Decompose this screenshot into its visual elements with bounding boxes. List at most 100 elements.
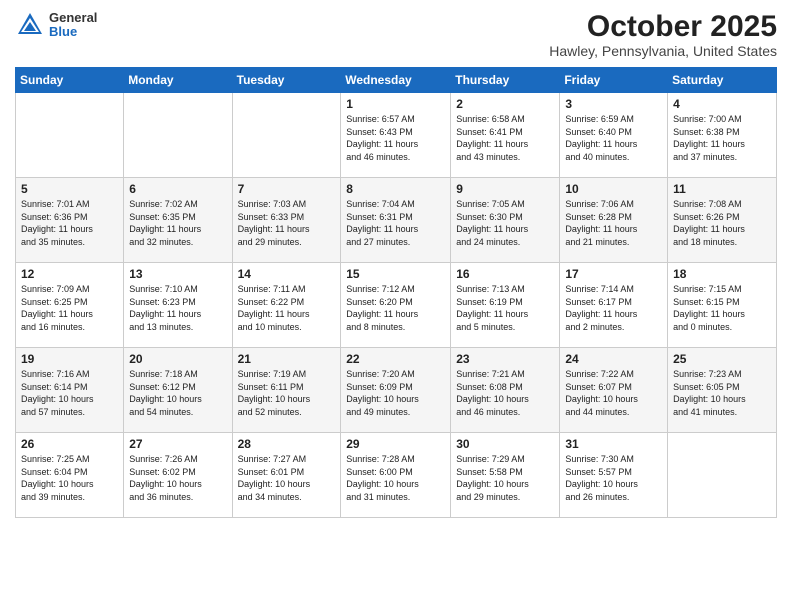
day-cell: 30Sunrise: 7:29 AM Sunset: 5:58 PM Dayli… <box>451 433 560 518</box>
day-number: 12 <box>21 267 118 281</box>
day-number: 16 <box>456 267 554 281</box>
day-number: 11 <box>673 182 771 196</box>
day-number: 29 <box>346 437 445 451</box>
day-cell: 15Sunrise: 7:12 AM Sunset: 6:20 PM Dayli… <box>341 263 451 348</box>
day-cell: 10 Sunrise: 7:06 AM Sunset: 6:28 PM Dayli… <box>560 178 668 263</box>
col-header-monday: Monday <box>124 68 232 93</box>
day-info: Sunrise: 7:30 AM Sunset: 5:57 PM Dayligh… <box>565 453 662 503</box>
day-cell: 31 Sunrise: 7:30 AM Sunset: 5:57 PM Dayli… <box>560 433 668 518</box>
day-number: 8 <box>346 182 445 196</box>
day-info: Sunrise: 7:06 AM Sunset: 6:28 PM Dayligh… <box>565 198 662 248</box>
day-info: Sunrise: 7:27 AM Sunset: 6:01 PM Dayligh… <box>238 453 336 503</box>
day-number: 14 <box>238 267 336 281</box>
week-row-3: 19Sunrise: 7:16 AM Sunset: 6:14 PM Dayli… <box>16 348 777 433</box>
day-info: Sunrise: 7:20 AM Sunset: 6:09 PM Dayligh… <box>346 368 445 418</box>
day-cell <box>124 93 232 178</box>
day-cell: 11 Sunrise: 7:08 AM Sunset: 6:26 PM Dayli… <box>668 178 777 263</box>
day-number: 3 <box>565 97 662 111</box>
day-number: 13 <box>129 267 226 281</box>
day-number: 31 <box>565 437 662 451</box>
day-number: 28 <box>238 437 336 451</box>
day-info: Sunrise: 7:22 AM Sunset: 6:07 PM Dayligh… <box>565 368 662 418</box>
day-info: Sunrise: 7:11 AM Sunset: 6:22 PM Dayligh… <box>238 283 336 333</box>
col-header-thursday: Thursday <box>451 68 560 93</box>
day-cell: 17Sunrise: 7:14 AM Sunset: 6:17 PM Dayli… <box>560 263 668 348</box>
day-info: Sunrise: 7:14 AM Sunset: 6:17 PM Dayligh… <box>565 283 662 333</box>
logo-blue-text: Blue <box>49 25 97 39</box>
day-cell: 20 Sunrise: 7:18 AM Sunset: 6:12 PM Dayli… <box>124 348 232 433</box>
day-number: 24 <box>565 352 662 366</box>
title-area: October 2025 Hawley, Pennsylvania, Unite… <box>549 10 777 59</box>
day-info: Sunrise: 7:12 AM Sunset: 6:20 PM Dayligh… <box>346 283 445 333</box>
day-cell: 18 Sunrise: 7:15 AM Sunset: 6:15 PM Dayli… <box>668 263 777 348</box>
day-number: 2 <box>456 97 554 111</box>
col-header-friday: Friday <box>560 68 668 93</box>
day-info: Sunrise: 7:02 AM Sunset: 6:35 PM Dayligh… <box>129 198 226 248</box>
col-header-sunday: Sunday <box>16 68 124 93</box>
day-cell: 12 Sunrise: 7:09 AM Sunset: 6:25 PM Dayli… <box>16 263 124 348</box>
day-info: Sunrise: 7:03 AM Sunset: 6:33 PM Dayligh… <box>238 198 336 248</box>
day-info: Sunrise: 6:58 AM Sunset: 6:41 PM Dayligh… <box>456 113 554 163</box>
day-number: 5 <box>21 182 118 196</box>
week-row-0: 1Sunrise: 6:57 AM Sunset: 6:43 PM Daylig… <box>16 93 777 178</box>
day-number: 4 <box>673 97 771 111</box>
day-info: Sunrise: 7:00 AM Sunset: 6:38 PM Dayligh… <box>673 113 771 163</box>
header-row: SundayMondayTuesdayWednesdayThursdayFrid… <box>16 68 777 93</box>
logo-general-text: General <box>49 11 97 25</box>
day-cell: 1Sunrise: 6:57 AM Sunset: 6:43 PM Daylig… <box>341 93 451 178</box>
day-info: Sunrise: 7:04 AM Sunset: 6:31 PM Dayligh… <box>346 198 445 248</box>
month-title: October 2025 <box>549 10 777 43</box>
day-cell <box>232 93 341 178</box>
header: General Blue October 2025 Hawley, Pennsy… <box>15 10 777 59</box>
day-info: Sunrise: 7:09 AM Sunset: 6:25 PM Dayligh… <box>21 283 118 333</box>
day-cell: 23 Sunrise: 7:21 AM Sunset: 6:08 PM Dayli… <box>451 348 560 433</box>
day-cell: 5 Sunrise: 7:01 AM Sunset: 6:36 PM Daylig… <box>16 178 124 263</box>
day-cell: 21Sunrise: 7:19 AM Sunset: 6:11 PM Dayli… <box>232 348 341 433</box>
day-cell <box>668 433 777 518</box>
day-number: 22 <box>346 352 445 366</box>
day-cell: 24 Sunrise: 7:22 AM Sunset: 6:07 PM Dayli… <box>560 348 668 433</box>
day-number: 18 <box>673 267 771 281</box>
day-cell: 4 Sunrise: 7:00 AM Sunset: 6:38 PM Daylig… <box>668 93 777 178</box>
day-cell: 28 Sunrise: 7:27 AM Sunset: 6:01 PM Dayli… <box>232 433 341 518</box>
day-number: 21 <box>238 352 336 366</box>
day-info: Sunrise: 6:57 AM Sunset: 6:43 PM Dayligh… <box>346 113 445 163</box>
day-number: 20 <box>129 352 226 366</box>
day-number: 7 <box>238 182 336 196</box>
day-info: Sunrise: 7:13 AM Sunset: 6:19 PM Dayligh… <box>456 283 554 333</box>
day-cell: 6Sunrise: 7:02 AM Sunset: 6:35 PM Daylig… <box>124 178 232 263</box>
day-cell: 14 Sunrise: 7:11 AM Sunset: 6:22 PM Dayli… <box>232 263 341 348</box>
day-number: 27 <box>129 437 226 451</box>
day-info: Sunrise: 7:26 AM Sunset: 6:02 PM Dayligh… <box>129 453 226 503</box>
day-cell: 22 Sunrise: 7:20 AM Sunset: 6:09 PM Dayli… <box>341 348 451 433</box>
week-row-4: 26Sunrise: 7:25 AM Sunset: 6:04 PM Dayli… <box>16 433 777 518</box>
day-number: 10 <box>565 182 662 196</box>
day-cell: 29Sunrise: 7:28 AM Sunset: 6:00 PM Dayli… <box>341 433 451 518</box>
day-info: Sunrise: 7:29 AM Sunset: 5:58 PM Dayligh… <box>456 453 554 503</box>
day-info: Sunrise: 7:18 AM Sunset: 6:12 PM Dayligh… <box>129 368 226 418</box>
day-number: 19 <box>21 352 118 366</box>
logo: General Blue <box>15 10 97 40</box>
calendar: SundayMondayTuesdayWednesdayThursdayFrid… <box>15 67 777 518</box>
col-header-saturday: Saturday <box>668 68 777 93</box>
day-cell: 19Sunrise: 7:16 AM Sunset: 6:14 PM Dayli… <box>16 348 124 433</box>
logo-icon <box>15 10 45 40</box>
day-cell: 27 Sunrise: 7:26 AM Sunset: 6:02 PM Dayli… <box>124 433 232 518</box>
day-cell: 3Sunrise: 6:59 AM Sunset: 6:40 PM Daylig… <box>560 93 668 178</box>
day-number: 25 <box>673 352 771 366</box>
day-info: Sunrise: 7:21 AM Sunset: 6:08 PM Dayligh… <box>456 368 554 418</box>
day-number: 26 <box>21 437 118 451</box>
day-cell: 13 Sunrise: 7:10 AM Sunset: 6:23 PM Dayli… <box>124 263 232 348</box>
day-number: 23 <box>456 352 554 366</box>
day-info: Sunrise: 7:10 AM Sunset: 6:23 PM Dayligh… <box>129 283 226 333</box>
day-info: Sunrise: 7:08 AM Sunset: 6:26 PM Dayligh… <box>673 198 771 248</box>
day-info: Sunrise: 7:23 AM Sunset: 6:05 PM Dayligh… <box>673 368 771 418</box>
day-info: Sunrise: 7:15 AM Sunset: 6:15 PM Dayligh… <box>673 283 771 333</box>
location: Hawley, Pennsylvania, United States <box>549 43 777 59</box>
day-info: Sunrise: 7:01 AM Sunset: 6:36 PM Dayligh… <box>21 198 118 248</box>
day-info: Sunrise: 7:05 AM Sunset: 6:30 PM Dayligh… <box>456 198 554 248</box>
week-row-2: 12 Sunrise: 7:09 AM Sunset: 6:25 PM Dayli… <box>16 263 777 348</box>
page: General Blue October 2025 Hawley, Pennsy… <box>0 0 792 612</box>
day-cell: 16 Sunrise: 7:13 AM Sunset: 6:19 PM Dayli… <box>451 263 560 348</box>
col-header-wednesday: Wednesday <box>341 68 451 93</box>
